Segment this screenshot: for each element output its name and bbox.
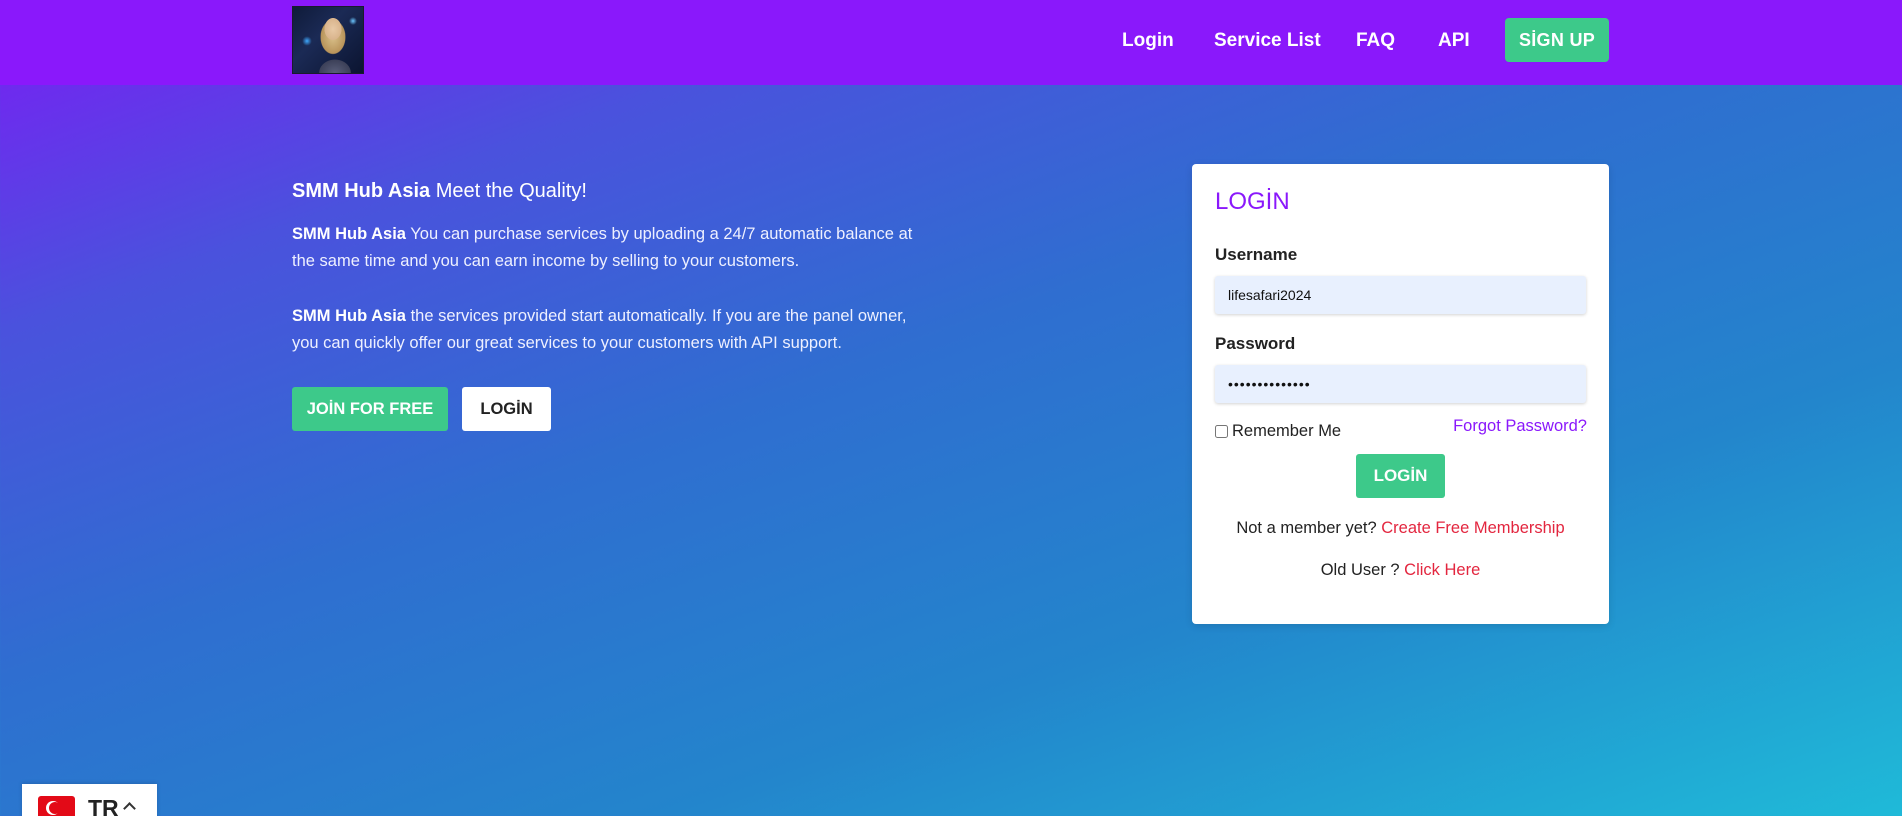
hero-paragraph-1: SMM Hub Asia You can purchase services b… <box>292 221 932 275</box>
password-label: Password <box>1215 334 1296 353</box>
chevron-up-icon <box>122 802 136 815</box>
username-label: Username <box>1215 245 1298 264</box>
nav-service-list-link[interactable]: Service List <box>1214 0 1321 82</box>
hero-paragraph-2: SMM Hub Asia the services provided start… <box>292 303 932 357</box>
old-user-prompt: Old User ? Click Here <box>1192 561 1609 580</box>
login-card: LOGİN Username Password Remember Me Forg… <box>1192 164 1609 624</box>
signup-prompt: Not a member yet? Create Free Membership <box>1192 519 1609 538</box>
signup-button[interactable]: SİGN UP <box>1505 18 1609 62</box>
top-navbar: Login Service List FAQ API SİGN UP <box>0 0 1902 85</box>
join-for-free-button[interactable]: JOİN FOR FREE <box>292 387 448 431</box>
nav-faq-link[interactable]: FAQ <box>1356 0 1395 82</box>
old-user-text: Old User ? <box>1320 561 1405 579</box>
login-card-title: LOGİN <box>1215 188 1290 215</box>
not-member-text: Not a member yet? <box>1236 519 1382 537</box>
hero-login-button[interactable]: LOGİN <box>462 387 551 431</box>
username-input[interactable] <box>1215 276 1586 314</box>
click-here-link[interactable]: Click Here <box>1404 561 1480 579</box>
remember-me-checkbox[interactable] <box>1215 425 1228 438</box>
nav-login-link[interactable]: Login <box>1122 0 1174 82</box>
language-selector[interactable]: TR <box>22 784 157 816</box>
create-membership-link[interactable]: Create Free Membership <box>1381 519 1564 537</box>
login-submit-button[interactable]: LOGİN <box>1356 454 1445 498</box>
forgot-password-link[interactable]: Forgot Password? <box>1453 417 1587 436</box>
remember-me[interactable]: Remember Me <box>1215 422 1341 441</box>
hero-p2-brand: SMM Hub Asia <box>292 307 406 325</box>
hero-title-tagline: Meet the Quality! <box>430 180 587 202</box>
password-input[interactable] <box>1215 365 1586 403</box>
nav-api-link[interactable]: API <box>1438 0 1470 82</box>
language-code: TR <box>88 795 119 816</box>
remember-me-label: Remember Me <box>1232 422 1342 440</box>
hero-title-brand: SMM Hub Asia <box>292 180 431 202</box>
turkey-flag-icon <box>38 796 75 816</box>
site-logo[interactable] <box>292 6 364 74</box>
hero-title: SMM Hub Asia Meet the Quality! <box>292 180 587 203</box>
hero-p1-brand: SMM Hub Asia <box>292 225 406 243</box>
